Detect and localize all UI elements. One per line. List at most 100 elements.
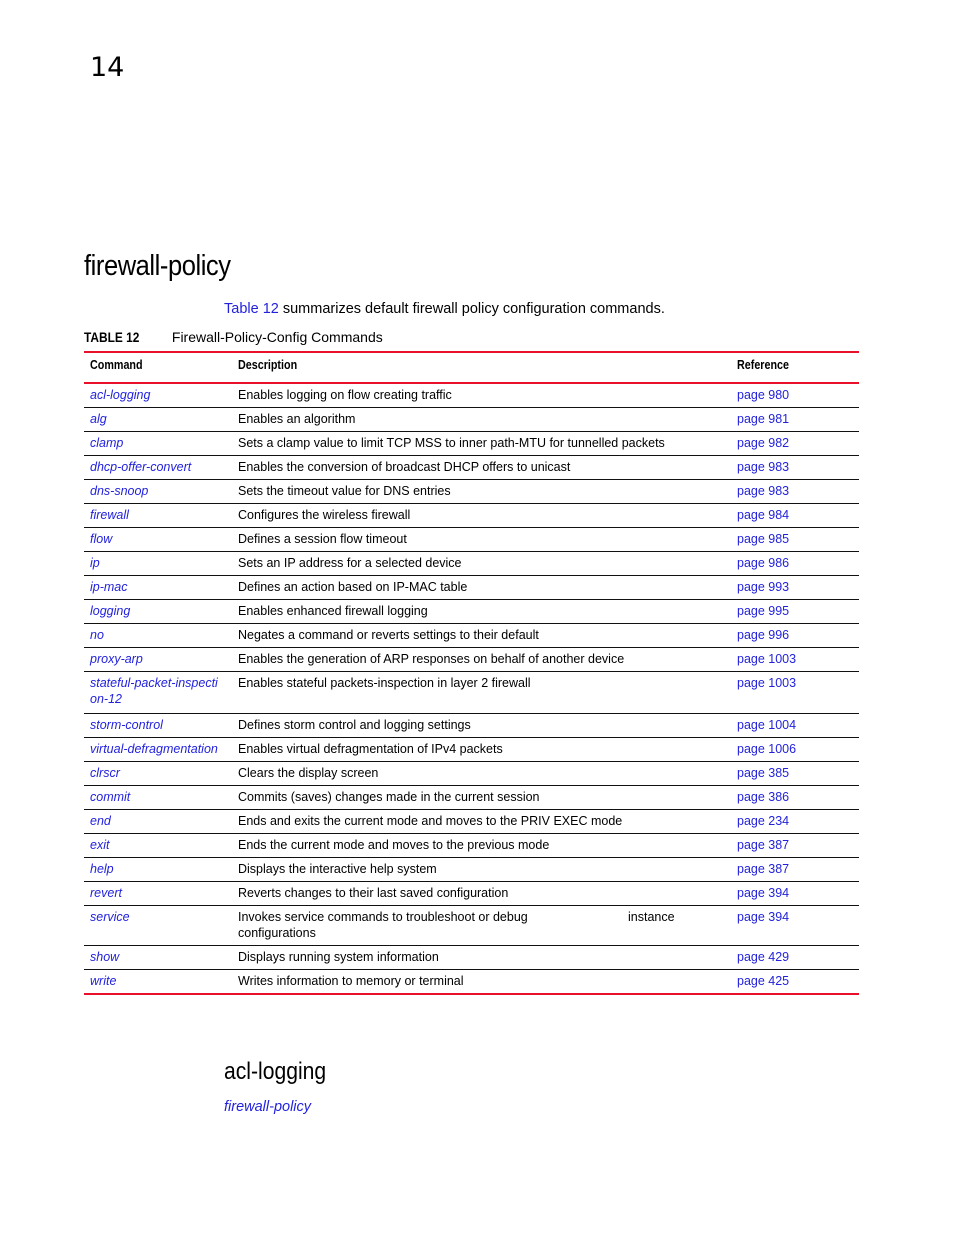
table-row: proxy-arp Enables the generation of ARP r… <box>84 647 859 672</box>
description-text: Enables the generation of ARP responses … <box>238 652 625 666</box>
page-reference-link[interactable]: page 425 <box>737 974 789 988</box>
table-row: logging Enables enhanced firewall logging… <box>84 599 859 624</box>
command-cell: exit <box>84 833 232 858</box>
table-caption-title: Firewall-Policy-Config Commands <box>171 329 383 345</box>
table-row: dns-snoop Sets the timeout value for DNS … <box>84 479 859 504</box>
page-reference-link[interactable]: page 387 <box>737 862 789 876</box>
description-text: Sets a clamp value to limit TCP MSS to i… <box>238 436 665 450</box>
table-row: storm-control Defines storm control and l… <box>84 713 859 738</box>
command-link[interactable]: ip-mac <box>90 580 128 594</box>
command-link[interactable]: stateful-packet-inspection-12 <box>90 675 224 707</box>
reference-cell: page 980 <box>731 383 859 408</box>
command-cell: show <box>84 945 232 970</box>
command-link[interactable]: storm-control <box>90 718 163 732</box>
reference-cell: page 993 <box>731 575 859 600</box>
page-reference-link[interactable]: page 983 <box>737 460 789 474</box>
command-cell: acl-logging <box>84 383 232 408</box>
page-reference-link[interactable]: page 234 <box>737 814 789 828</box>
description-text: Commits (saves) changes made in the curr… <box>238 790 540 804</box>
reference-cell: page 387 <box>731 857 859 882</box>
command-link[interactable]: end <box>90 814 111 828</box>
command-link[interactable]: virtual-defragmentation <box>90 742 218 756</box>
description-text: Writes information to memory or terminal <box>238 974 464 988</box>
table-row: acl-logging Enables logging on flow creat… <box>84 383 859 408</box>
page-reference-link[interactable]: page 982 <box>737 436 789 450</box>
table-row: flow Defines a session flow timeout page 9… <box>84 527 859 552</box>
command-link[interactable]: commit <box>90 790 130 804</box>
page-reference-link[interactable]: page 993 <box>737 580 789 594</box>
reference-cell: page 1003 <box>731 671 859 714</box>
command-link[interactable]: dhcp-offer-convert <box>90 460 191 474</box>
description-cell: Sets a clamp value to limit TCP MSS to i… <box>232 431 731 456</box>
command-link[interactable]: ip <box>90 556 100 570</box>
command-link[interactable]: no <box>90 628 104 642</box>
page-reference-link[interactable]: page 394 <box>737 910 789 924</box>
description-text: Clears the display screen <box>238 766 379 780</box>
command-link[interactable]: clamp <box>90 436 123 450</box>
page-reference-link[interactable]: page 394 <box>737 886 789 900</box>
command-cell: no <box>84 623 232 648</box>
page-reference-link[interactable]: page 980 <box>737 388 789 402</box>
command-link[interactable]: service <box>90 910 130 924</box>
reference-cell: page 425 <box>731 970 859 995</box>
page-reference-link[interactable]: page 429 <box>737 950 789 964</box>
page-reference-link[interactable]: page 1003 <box>737 652 796 666</box>
parent-context-link[interactable]: firewall-policy <box>224 1099 311 1115</box>
description-text: Defines a session flow timeout <box>238 532 407 546</box>
header-description: Description <box>232 352 731 384</box>
command-link[interactable]: logging <box>90 604 130 618</box>
reference-cell: page 429 <box>731 945 859 970</box>
command-link[interactable]: show <box>90 950 119 964</box>
page-reference-link[interactable]: page 1006 <box>737 742 796 756</box>
description-cell: Clears the display screen <box>232 761 731 786</box>
command-link[interactable]: dns-snoop <box>90 484 148 498</box>
page-reference-link[interactable]: page 387 <box>737 838 789 852</box>
page-reference-link[interactable]: page 995 <box>737 604 789 618</box>
table-row: service Invokes service commands to troub… <box>84 905 859 946</box>
page-reference-link[interactable]: page 1004 <box>737 718 796 732</box>
command-cell: stateful-packet-inspection-12 <box>84 671 232 714</box>
table-reference-link[interactable]: Table 12 <box>224 301 279 317</box>
page-reference-link[interactable]: page 985 <box>737 532 789 546</box>
description-text: Enables an algorithm <box>238 412 356 426</box>
table-row: ip-mac Defines an action based on IP-MAC … <box>84 575 859 600</box>
command-link[interactable]: help <box>90 862 114 876</box>
description-cell: Enables enhanced firewall logging <box>232 599 731 624</box>
page-reference-link[interactable]: page 996 <box>737 628 789 642</box>
command-link[interactable]: revert <box>90 886 122 900</box>
description-cell: Reverts changes to their last saved conf… <box>232 881 731 906</box>
command-link[interactable]: firewall <box>90 508 129 522</box>
page-reference-link[interactable]: page 986 <box>737 556 789 570</box>
description-text: Ends and exits the current mode and move… <box>238 814 623 828</box>
command-cell: clamp <box>84 431 232 456</box>
page-reference-link[interactable]: page 1003 <box>737 676 796 690</box>
description-cell: Enables the generation of ARP responses … <box>232 647 731 672</box>
command-link[interactable]: exit <box>90 838 109 852</box>
table-row: alg Enables an algorithm page 981 <box>84 407 859 432</box>
description-cell: Enables logging on flow creating traffic <box>232 383 731 408</box>
command-link[interactable]: alg <box>90 412 107 426</box>
description-text: Configures the wireless firewall <box>238 508 411 522</box>
command-cell: dns-snoop <box>84 479 232 504</box>
page-reference-link[interactable]: page 385 <box>737 766 789 780</box>
command-link[interactable]: write <box>90 974 116 988</box>
command-link[interactable]: flow <box>90 532 112 546</box>
command-cell: clrscr <box>84 761 232 786</box>
reference-cell: page 386 <box>731 785 859 810</box>
description-cell: Enables the conversion of broadcast DHCP… <box>232 455 731 480</box>
description-text: Defines storm control and logging settin… <box>238 718 471 732</box>
command-link[interactable]: proxy-arp <box>90 652 143 666</box>
command-link[interactable]: acl-logging <box>90 388 150 402</box>
page-reference-link[interactable]: page 386 <box>737 790 789 804</box>
command-link[interactable]: clrscr <box>90 766 120 780</box>
description-cell: Enables virtual defragmentation of IPv4 … <box>232 737 731 762</box>
table-row: revert Reverts changes to their last save… <box>84 881 859 906</box>
page-reference-link[interactable]: page 981 <box>737 412 789 426</box>
table-row: clamp Sets a clamp value to limit TCP MSS… <box>84 431 859 456</box>
page-reference-link[interactable]: page 983 <box>737 484 789 498</box>
reference-cell: page 234 <box>731 809 859 834</box>
table-row: show Displays running system information p… <box>84 945 859 970</box>
reference-cell: page 982 <box>731 431 859 456</box>
page-reference-link[interactable]: page 984 <box>737 508 789 522</box>
table-row: commit Commits (saves) changes made in th… <box>84 785 859 810</box>
